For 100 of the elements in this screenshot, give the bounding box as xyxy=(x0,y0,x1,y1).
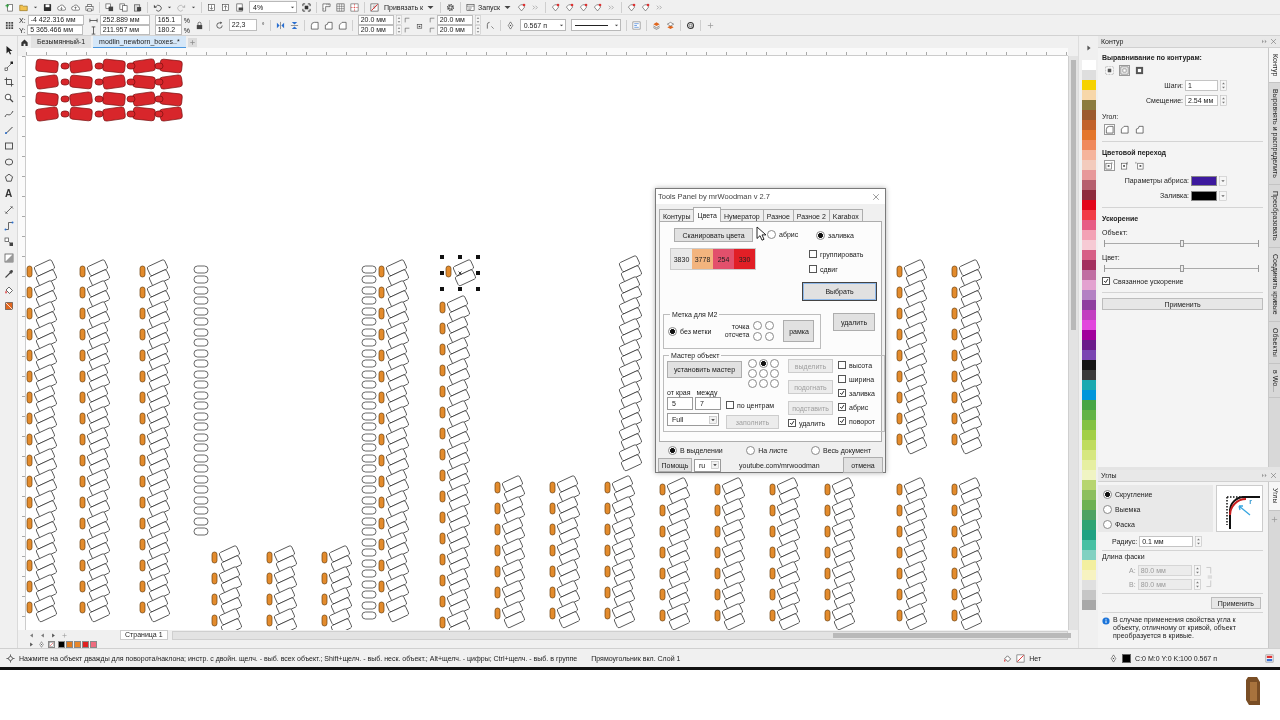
radio-button[interactable] xyxy=(753,332,763,341)
color-swatch[interactable] xyxy=(1081,400,1096,410)
color-swatch[interactable] xyxy=(1081,320,1096,330)
color-swatch[interactable] xyxy=(1081,420,1096,430)
no-color-swatch[interactable] xyxy=(48,640,55,648)
spinner-icon[interactable] xyxy=(474,25,481,35)
double-chevron-icon[interactable] xyxy=(607,2,616,12)
palette-arrow-icon[interactable] xyxy=(28,640,35,648)
spinner-icon[interactable] xyxy=(395,15,402,25)
cloud-upload-icon[interactable] xyxy=(71,2,80,12)
spinner-icon[interactable] xyxy=(1220,95,1227,106)
mirror-horizontal-icon[interactable] xyxy=(275,20,285,30)
scroll-thumb[interactable] xyxy=(832,632,1071,638)
home-icon[interactable] xyxy=(20,38,29,47)
radio-button[interactable] xyxy=(765,332,775,341)
color-swatch[interactable] xyxy=(1081,280,1096,290)
color-swatch[interactable] xyxy=(1081,60,1096,70)
new-tab-icon[interactable] xyxy=(187,38,197,47)
double-chevron-icon[interactable] xyxy=(531,2,540,12)
checkbox[interactable] xyxy=(838,389,846,397)
ruler-icon[interactable] xyxy=(322,2,331,12)
color-swatch[interactable] xyxy=(1081,240,1096,250)
checkbox[interactable] xyxy=(788,419,796,427)
radio-button[interactable] xyxy=(770,359,779,368)
color-swatch[interactable] xyxy=(1081,100,1096,110)
color-swatch[interactable] xyxy=(1081,390,1096,400)
crop-icon[interactable] xyxy=(3,77,14,87)
copy-icon[interactable] xyxy=(119,2,128,12)
round-corner-icon[interactable] xyxy=(1104,124,1115,135)
slashed-square-icon[interactable] xyxy=(3,301,14,311)
line-style-dropdown[interactable] xyxy=(570,19,621,31)
color-swatch[interactable] xyxy=(1081,230,1096,240)
dropdown-caret-icon[interactable] xyxy=(1219,190,1227,201)
color-swatch[interactable] xyxy=(1081,470,1096,480)
slashed-box-icon[interactable] xyxy=(370,2,379,12)
arrow-up-box-icon[interactable] xyxy=(221,2,230,12)
spinner-icon[interactable] xyxy=(395,25,402,35)
text-tool[interactable]: A xyxy=(4,189,13,199)
plus-icon[interactable] xyxy=(1270,514,1279,524)
color-swatch[interactable] xyxy=(1081,140,1096,150)
radio-button[interactable] xyxy=(1103,505,1112,514)
dashed-cross-icon[interactable] xyxy=(350,2,359,12)
vertical-scrollbar[interactable] xyxy=(1068,56,1078,630)
radio-button[interactable] xyxy=(1103,490,1112,499)
close-icon[interactable] xyxy=(872,192,880,201)
color-swatch[interactable] xyxy=(74,640,81,648)
checkbox[interactable] xyxy=(809,250,817,258)
radio-button[interactable] xyxy=(770,379,779,388)
shape-node-icon[interactable] xyxy=(3,61,14,71)
undo-icon[interactable] xyxy=(153,2,162,12)
plus-icon[interactable] xyxy=(705,20,715,30)
slider-thumb[interactable] xyxy=(1179,240,1184,247)
lock-icon[interactable] xyxy=(194,20,204,30)
color-swatch[interactable] xyxy=(1081,200,1096,210)
color-swatch[interactable] xyxy=(1081,510,1096,520)
checkbox[interactable] xyxy=(1102,277,1110,285)
checkbox[interactable] xyxy=(838,375,846,383)
close-icon[interactable] xyxy=(1270,38,1277,45)
scallop-corner-icon[interactable] xyxy=(1134,124,1145,135)
linked-squares-icon[interactable] xyxy=(3,237,14,247)
ring-icon[interactable] xyxy=(685,20,695,30)
color-swatch[interactable] xyxy=(1081,160,1096,170)
folder-icon[interactable] xyxy=(19,2,28,12)
radio-button[interactable] xyxy=(759,359,768,368)
double-chevron-icon[interactable] xyxy=(1261,38,1268,45)
radio-button[interactable] xyxy=(748,359,757,368)
layer-back-icon[interactable] xyxy=(665,20,675,30)
caret-icon[interactable] xyxy=(709,415,717,424)
radio-button[interactable] xyxy=(753,321,763,330)
color-swatch[interactable] xyxy=(1081,130,1096,140)
grid-icon[interactable] xyxy=(336,2,345,12)
color-swatch[interactable] xyxy=(66,640,73,648)
horizontal-scrollbar[interactable] xyxy=(171,630,1068,640)
color-swatch[interactable] xyxy=(1081,340,1096,350)
scroll-thumb[interactable] xyxy=(1071,60,1076,330)
rectangle-icon[interactable] xyxy=(3,141,14,151)
half-filled-square-icon[interactable] xyxy=(3,253,14,263)
color-swatch[interactable] xyxy=(1081,350,1096,360)
selected-object[interactable] xyxy=(440,255,480,291)
chamfer-corner-icon[interactable] xyxy=(337,20,347,30)
color-swatch[interactable] xyxy=(1081,330,1096,340)
mirror-vertical-icon[interactable] xyxy=(289,20,299,30)
slider-track[interactable] xyxy=(1104,240,1259,247)
color-swatch[interactable] xyxy=(1081,110,1096,120)
radio-button[interactable] xyxy=(770,369,779,378)
radio-button[interactable] xyxy=(816,230,825,240)
color-swatch[interactable] xyxy=(1081,570,1096,580)
radio-button[interactable] xyxy=(748,379,757,388)
color-swatch[interactable] xyxy=(1081,600,1096,610)
next-page-icon[interactable] xyxy=(50,631,57,639)
settings-icon[interactable] xyxy=(446,2,456,12)
square-dot-icon[interactable] xyxy=(1104,160,1115,171)
color-swatch[interactable] xyxy=(1081,410,1096,420)
color-swatch[interactable] xyxy=(1191,175,1217,186)
full-screen-icon[interactable] xyxy=(302,2,311,12)
eyedropper-icon[interactable] xyxy=(3,269,14,279)
spinner-icon[interactable] xyxy=(1220,80,1227,91)
framed-lines-icon[interactable] xyxy=(631,20,641,30)
filled-square-icon[interactable] xyxy=(1134,65,1145,76)
color-swatch[interactable] xyxy=(1081,450,1096,460)
